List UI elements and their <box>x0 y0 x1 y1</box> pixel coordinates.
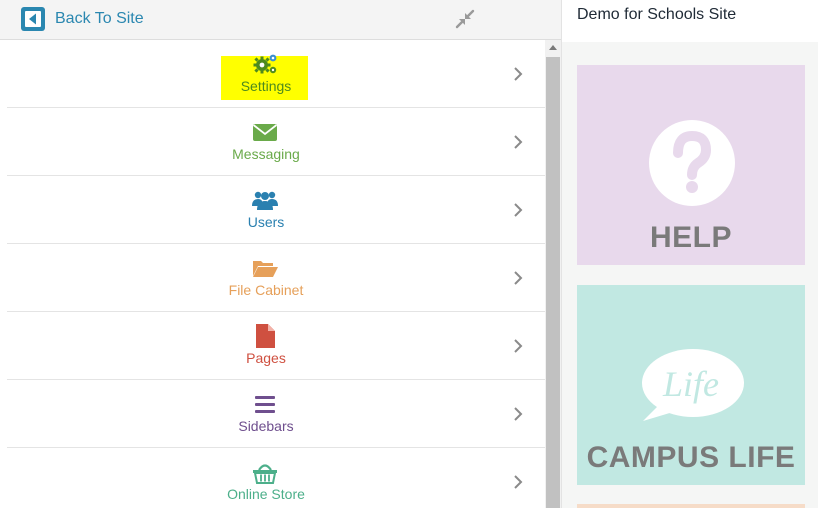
users-icon <box>252 191 278 210</box>
menu-label-sidebars: Sidebars <box>238 418 294 434</box>
chevron-right-icon <box>514 67 523 81</box>
chevron-right-icon <box>514 203 523 217</box>
admin-topbar: Back To Site <box>0 0 561 40</box>
scrollbar-thumb[interactable] <box>546 57 560 508</box>
file-icon <box>256 324 275 348</box>
menu-item-online-store[interactable]: Online Store <box>7 448 545 508</box>
menu-item-pages[interactable]: Pages <box>7 312 545 380</box>
menu-item-users[interactable]: Users <box>7 176 545 244</box>
menu-label-file-cabinet: File Cabinet <box>228 282 304 298</box>
chevron-right-icon <box>514 135 523 149</box>
bars-icon <box>255 396 275 413</box>
menu-label-online-store: Online Store <box>227 486 305 502</box>
admin-menu: Settings Messaging Users File Cabinet Pa… <box>7 40 545 508</box>
chevron-right-icon <box>514 407 523 421</box>
chevron-right-icon <box>514 339 523 353</box>
help-tile[interactable]: HELP <box>577 65 805 265</box>
menu-label-messaging: Messaging <box>232 146 300 162</box>
back-arrow-icon <box>21 7 45 31</box>
menu-item-file-cabinet[interactable]: File Cabinet <box>7 244 545 312</box>
back-to-site-label: Back To Site <box>55 10 144 27</box>
life-icon-text: Life <box>662 364 719 404</box>
menu-item-sidebars[interactable]: Sidebars <box>7 380 545 448</box>
envelope-icon <box>252 124 278 141</box>
collapse-arrows-icon[interactable] <box>454 8 476 30</box>
menu-label-settings: Settings <box>240 78 292 94</box>
campus-life-tile[interactable]: Life CAMPUS LIFE <box>577 285 805 485</box>
scroll-up-arrow-icon[interactable] <box>545 40 561 56</box>
folder-open-icon <box>253 261 278 277</box>
next-tile-partial[interactable] <box>577 504 805 508</box>
chevron-right-icon <box>514 271 523 285</box>
help-tile-caption: HELP <box>649 221 732 254</box>
back-to-site-button[interactable]: Back To Site <box>20 7 144 31</box>
basket-icon <box>253 464 277 484</box>
chevron-right-icon <box>514 475 523 489</box>
menu-label-users: Users <box>247 214 285 230</box>
menu-scrollbar[interactable] <box>545 40 561 508</box>
admin-panel: Back To Site Settings Messaging Users Fi… <box>0 0 562 508</box>
menu-label-pages: Pages <box>246 350 286 366</box>
campus-life-tile-caption: CAMPUS LIFE <box>586 441 796 474</box>
site-title[interactable]: Demo for Schools Site <box>577 6 736 24</box>
gears-icon <box>253 54 277 74</box>
menu-item-messaging[interactable]: Messaging <box>7 108 545 176</box>
menu-item-settings[interactable]: Settings <box>7 40 545 108</box>
